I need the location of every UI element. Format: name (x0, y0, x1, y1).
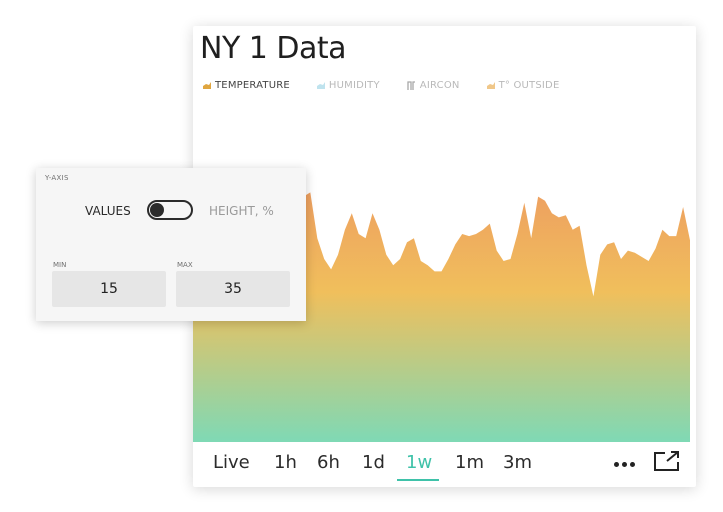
active-range-indicator (397, 479, 439, 481)
more-options-icon[interactable] (614, 462, 636, 468)
height-option-label[interactable]: HEIGHT, % (209, 204, 274, 218)
range-6h[interactable]: 6h (317, 452, 340, 473)
range-1m[interactable]: 1m (455, 452, 484, 473)
open-external-icon[interactable] (654, 451, 680, 471)
max-value-field[interactable]: 35 (176, 271, 290, 307)
time-range-bar: Live 1h 6h 1d 1w 1m 3m (193, 442, 696, 486)
range-1d[interactable]: 1d (362, 452, 385, 473)
max-label: MAX (177, 261, 193, 269)
range-live[interactable]: Live (213, 452, 250, 473)
y-axis-settings-panel: Y-AXIS VALUES HEIGHT, % MIN 15 MAX 35 (36, 168, 306, 321)
panel-title: Y-AXIS (45, 174, 69, 182)
range-1h[interactable]: 1h (274, 452, 297, 473)
min-value-field[interactable]: 15 (52, 271, 166, 307)
y-axis-mode-toggle[interactable] (147, 200, 193, 220)
min-label: MIN (53, 261, 67, 269)
toggle-knob (150, 203, 164, 217)
values-option-label[interactable]: VALUES (85, 204, 131, 218)
range-3m[interactable]: 3m (503, 452, 532, 473)
range-1w[interactable]: 1w (406, 452, 432, 473)
